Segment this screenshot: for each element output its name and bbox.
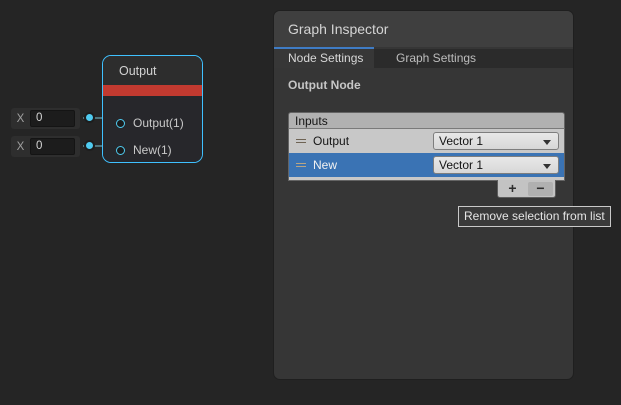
port-row: New(1) bbox=[103, 142, 202, 160]
list-item-name: Output bbox=[313, 134, 349, 148]
drag-handle-icon[interactable] bbox=[296, 161, 306, 169]
drag-handle-icon[interactable] bbox=[296, 137, 306, 145]
type-dropdown[interactable]: Vector 1 bbox=[433, 132, 559, 150]
list-item-name: New bbox=[313, 158, 337, 172]
axis-label: X bbox=[11, 113, 30, 125]
axis-label: X bbox=[11, 141, 30, 153]
list-footer-buttons: + − bbox=[497, 180, 556, 198]
edge-connector-dot[interactable] bbox=[86, 142, 93, 149]
output-node[interactable]: Output Output(1) New(1) bbox=[102, 55, 203, 163]
port-icon[interactable] bbox=[116, 146, 125, 155]
slot-value-widget-output: X 0 bbox=[11, 108, 80, 129]
port-label: Output(1) bbox=[133, 116, 184, 130]
inputs-list-header: Inputs bbox=[288, 112, 565, 129]
value-input[interactable]: 0 bbox=[30, 138, 75, 155]
port-icon[interactable] bbox=[116, 119, 125, 128]
port-row: Output(1) bbox=[103, 115, 202, 133]
value-input[interactable]: 0 bbox=[30, 110, 75, 127]
node-body: Output(1) New(1) bbox=[103, 96, 202, 162]
add-item-button[interactable]: + bbox=[500, 182, 525, 196]
panel-title: Graph Inspector bbox=[274, 11, 573, 47]
tooltip: Remove selection from list bbox=[458, 206, 611, 227]
tab-node-settings[interactable]: Node Settings bbox=[274, 49, 374, 68]
dropdown-value: Vector 1 bbox=[439, 158, 483, 172]
remove-item-button[interactable]: − bbox=[528, 182, 553, 196]
section-title: Output Node bbox=[288, 78, 361, 92]
graph-inspector-panel: Graph Inspector Node Settings Graph Sett… bbox=[274, 11, 573, 379]
node-color-bar bbox=[103, 85, 202, 96]
inputs-list: Inputs Output Vector 1 New Vector 1 bbox=[288, 112, 565, 181]
node-title: Output bbox=[103, 56, 202, 85]
dropdown-value: Vector 1 bbox=[439, 134, 483, 148]
edge-connector-dot[interactable] bbox=[86, 114, 93, 121]
list-item-output[interactable]: Output Vector 1 bbox=[289, 129, 564, 153]
inputs-list-rows: Output Vector 1 New Vector 1 bbox=[288, 129, 565, 181]
tab-bar: Node Settings Graph Settings bbox=[274, 49, 573, 68]
dropdown-caret-icon bbox=[543, 164, 551, 169]
port-label: New(1) bbox=[133, 143, 172, 157]
slot-value-widget-new: X 0 bbox=[11, 136, 80, 157]
dropdown-caret-icon bbox=[543, 140, 551, 145]
tab-graph-settings[interactable]: Graph Settings bbox=[382, 49, 490, 68]
type-dropdown[interactable]: Vector 1 bbox=[433, 156, 559, 174]
list-item-new[interactable]: New Vector 1 bbox=[289, 153, 564, 177]
